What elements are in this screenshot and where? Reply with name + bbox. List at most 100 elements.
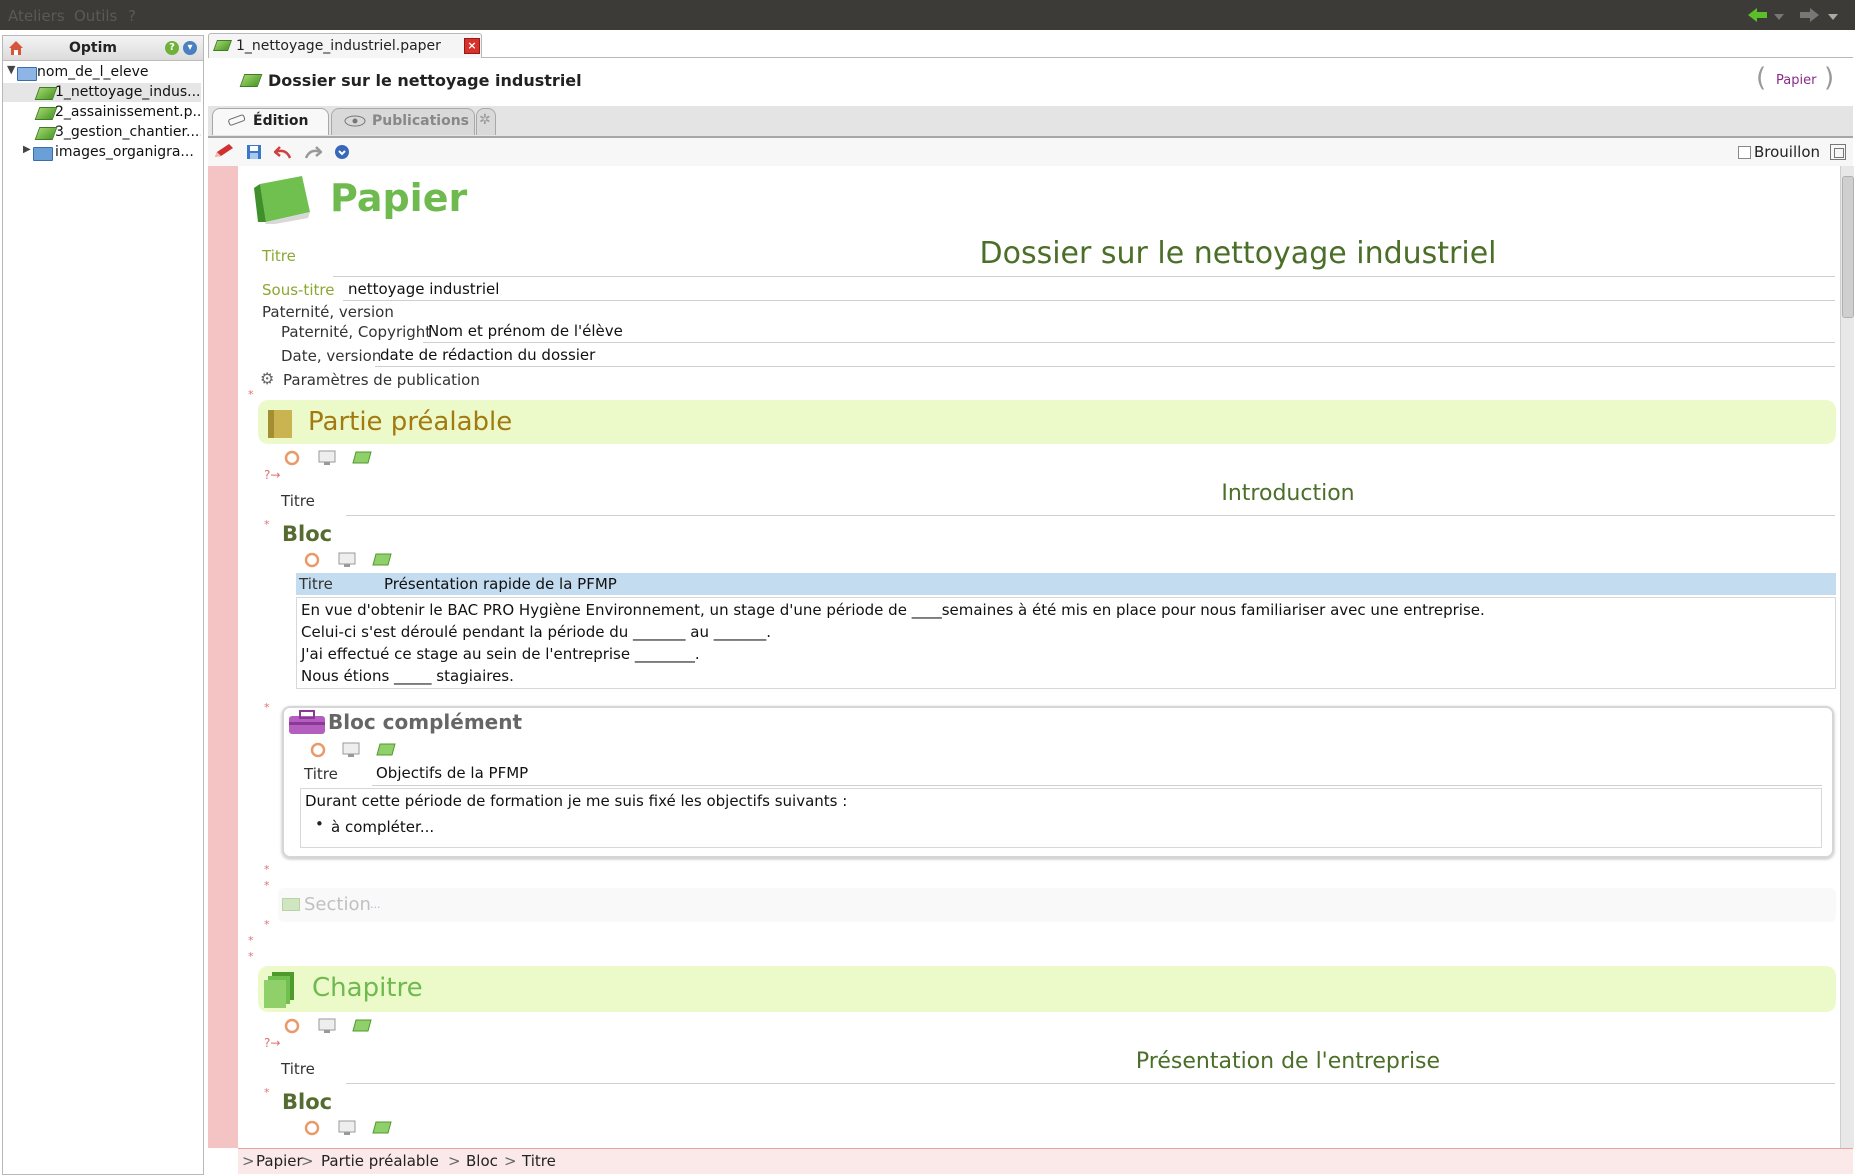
insert-marker[interactable]: * (264, 879, 270, 892)
forward-dropdown-icon[interactable] (1828, 14, 1838, 20)
insert-marker[interactable]: * (264, 1086, 270, 1099)
document-tab[interactable]: 1_nettoyage_industriel.paper × (208, 33, 482, 58)
document-header: Dossier sur le nettoyage industriel ( Pa… (208, 58, 1853, 108)
gear-icon[interactable]: ⚙ (260, 369, 274, 388)
insert-marker[interactable]: ?→ (264, 1036, 280, 1050)
edit-pen-icon[interactable] (213, 143, 235, 163)
chapter-title-value[interactable]: Présentation de l'entreprise (838, 1049, 1738, 1074)
insert-marker[interactable]: * (264, 918, 270, 931)
complement-title-value[interactable]: Objectifs de la PFMP (376, 764, 528, 782)
draft-label: Brouillon (1754, 143, 1820, 161)
insert-marker[interactable]: * (248, 934, 254, 947)
expand-arrow-icon[interactable]: ▶ (23, 144, 31, 155)
breadcrumb-item[interactable]: Papier (256, 1152, 303, 1170)
expand-arrow-icon[interactable]: ▼ (7, 64, 15, 76)
refresh-icon[interactable] (284, 1018, 300, 1038)
chevron-down-icon[interactable]: ▾ (183, 41, 197, 55)
tree-item-file-3[interactable]: 3_gestion_chantier.... (3, 123, 201, 142)
breadcrumb-item[interactable]: Bloc (466, 1152, 498, 1170)
close-icon[interactable]: × (464, 38, 480, 54)
bloc-text-area[interactable]: En vue d'obtenir le BAC PRO Hygiène Envi… (296, 597, 1836, 689)
tree-item-file-1[interactable]: 1_nettoyage_indus... (3, 83, 201, 102)
text-line: Nous étions _____ stagiaires. (301, 667, 514, 685)
doc-type-badge: ( Papier ) (1756, 63, 1835, 93)
tab-label: 1_nettoyage_industriel.paper (236, 38, 441, 54)
tab-edition-label: Édition (253, 113, 309, 129)
date-field-value[interactable]: date de rédaction du dossier (380, 346, 595, 364)
insert-marker[interactable]: ?→ (264, 468, 280, 482)
save-icon[interactable] (246, 144, 262, 164)
refresh-icon[interactable] (310, 742, 326, 762)
title-field-label: Titre (262, 247, 296, 265)
panel-title: Optim (69, 40, 118, 56)
tree-item-folder-images[interactable]: ▶ images_organigra... (3, 143, 201, 162)
refresh-icon[interactable] (304, 552, 320, 572)
forward-arrow-icon[interactable] (1800, 8, 1820, 26)
insert-marker[interactable]: * (248, 388, 254, 401)
menu-outils[interactable]: Outils (74, 7, 117, 25)
text-line: Durant cette période de formation je me … (305, 792, 848, 810)
copyright-field-value[interactable]: Nom et prénom de l'élève (428, 322, 623, 340)
breadcrumb-item[interactable]: Partie préalable (321, 1152, 439, 1170)
breadcrumb-separator: > (242, 1152, 255, 1170)
bloc-title-value[interactable]: Présentation rapide de la PFMP (384, 575, 617, 593)
paper-icon (34, 127, 58, 140)
part-title-value[interactable]: Introduction (838, 481, 1738, 506)
preview-icon[interactable] (338, 1120, 356, 1140)
insert-marker[interactable]: * (264, 701, 270, 714)
breadcrumb-item[interactable]: Titre (522, 1152, 556, 1170)
publication-params-label[interactable]: Paramètres de publication (283, 371, 480, 389)
menu-ateliers[interactable]: Ateliers (8, 7, 65, 25)
bloc-heading[interactable]: Bloc (282, 522, 332, 546)
paper-icon[interactable] (376, 743, 396, 761)
insert-marker[interactable]: * (264, 863, 270, 876)
preview-icon[interactable] (318, 1018, 336, 1038)
copyright-field-label: Paternité, Copyright (281, 323, 432, 341)
refresh-icon[interactable] (304, 1120, 320, 1140)
complement-heading[interactable]: Bloc complément (328, 710, 522, 734)
redo-icon[interactable] (304, 144, 323, 164)
document-heading: Papier (330, 176, 468, 220)
preview-icon[interactable] (342, 742, 360, 762)
divider (375, 366, 1835, 367)
bloc-title-row[interactable]: Titre Présentation rapide de la PFMP (296, 573, 1836, 595)
back-arrow-icon[interactable] (1748, 8, 1768, 26)
tree-item-label: images_organigra... (55, 144, 194, 160)
info-icon[interactable] (334, 144, 350, 164)
chapter-heading[interactable]: Chapitre (312, 973, 423, 1003)
maximize-icon[interactable] (1830, 144, 1846, 160)
refresh-icon[interactable] (284, 450, 300, 470)
document-editor: Papier Titre Dossier sur le nettoyage in… (238, 166, 1840, 1148)
preview-icon[interactable] (318, 450, 336, 470)
menu-help[interactable]: ? (128, 7, 136, 25)
vertical-scrollbar[interactable] (1840, 166, 1854, 1148)
complement-text-area[interactable]: Durant cette période de formation je me … (300, 788, 1822, 848)
paper-icon[interactable] (372, 1121, 392, 1139)
draft-checkbox[interactable] (1738, 146, 1751, 159)
tab-settings[interactable]: ✲ (476, 108, 496, 135)
bloc-heading[interactable]: Bloc (282, 1090, 332, 1114)
tab-publications[interactable]: Publications (331, 108, 475, 135)
paper-icon[interactable] (352, 1019, 372, 1037)
undo-icon[interactable] (273, 144, 292, 164)
tree-item-root[interactable]: ▼ nom_de_l_eleve (3, 64, 201, 82)
section-placeholder[interactable]: Section ... (278, 888, 1836, 922)
divider (343, 300, 1835, 301)
tab-edition[interactable]: Édition (212, 108, 329, 135)
folder-open-icon (17, 67, 37, 81)
insert-marker[interactable]: * (248, 950, 254, 963)
scrollbar-thumb[interactable] (1842, 176, 1854, 318)
tree-item-file-2[interactable]: 2_assainissement.p... (3, 103, 201, 122)
help-icon[interactable]: ? (165, 41, 179, 55)
paper-icon (212, 40, 233, 51)
more-dots[interactable]: ... (370, 898, 381, 911)
title-field-value[interactable]: Dossier sur le nettoyage industriel (838, 236, 1638, 271)
paper-icon[interactable] (352, 451, 372, 469)
preview-icon[interactable] (338, 552, 356, 572)
home-icon[interactable] (8, 40, 24, 60)
paper-icon[interactable] (372, 553, 392, 571)
subtitle-field-value[interactable]: nettoyage industriel (348, 280, 499, 298)
part-heading[interactable]: Partie préalable (308, 407, 512, 437)
insert-marker[interactable]: * (264, 518, 270, 531)
back-dropdown-icon[interactable] (1774, 14, 1784, 20)
